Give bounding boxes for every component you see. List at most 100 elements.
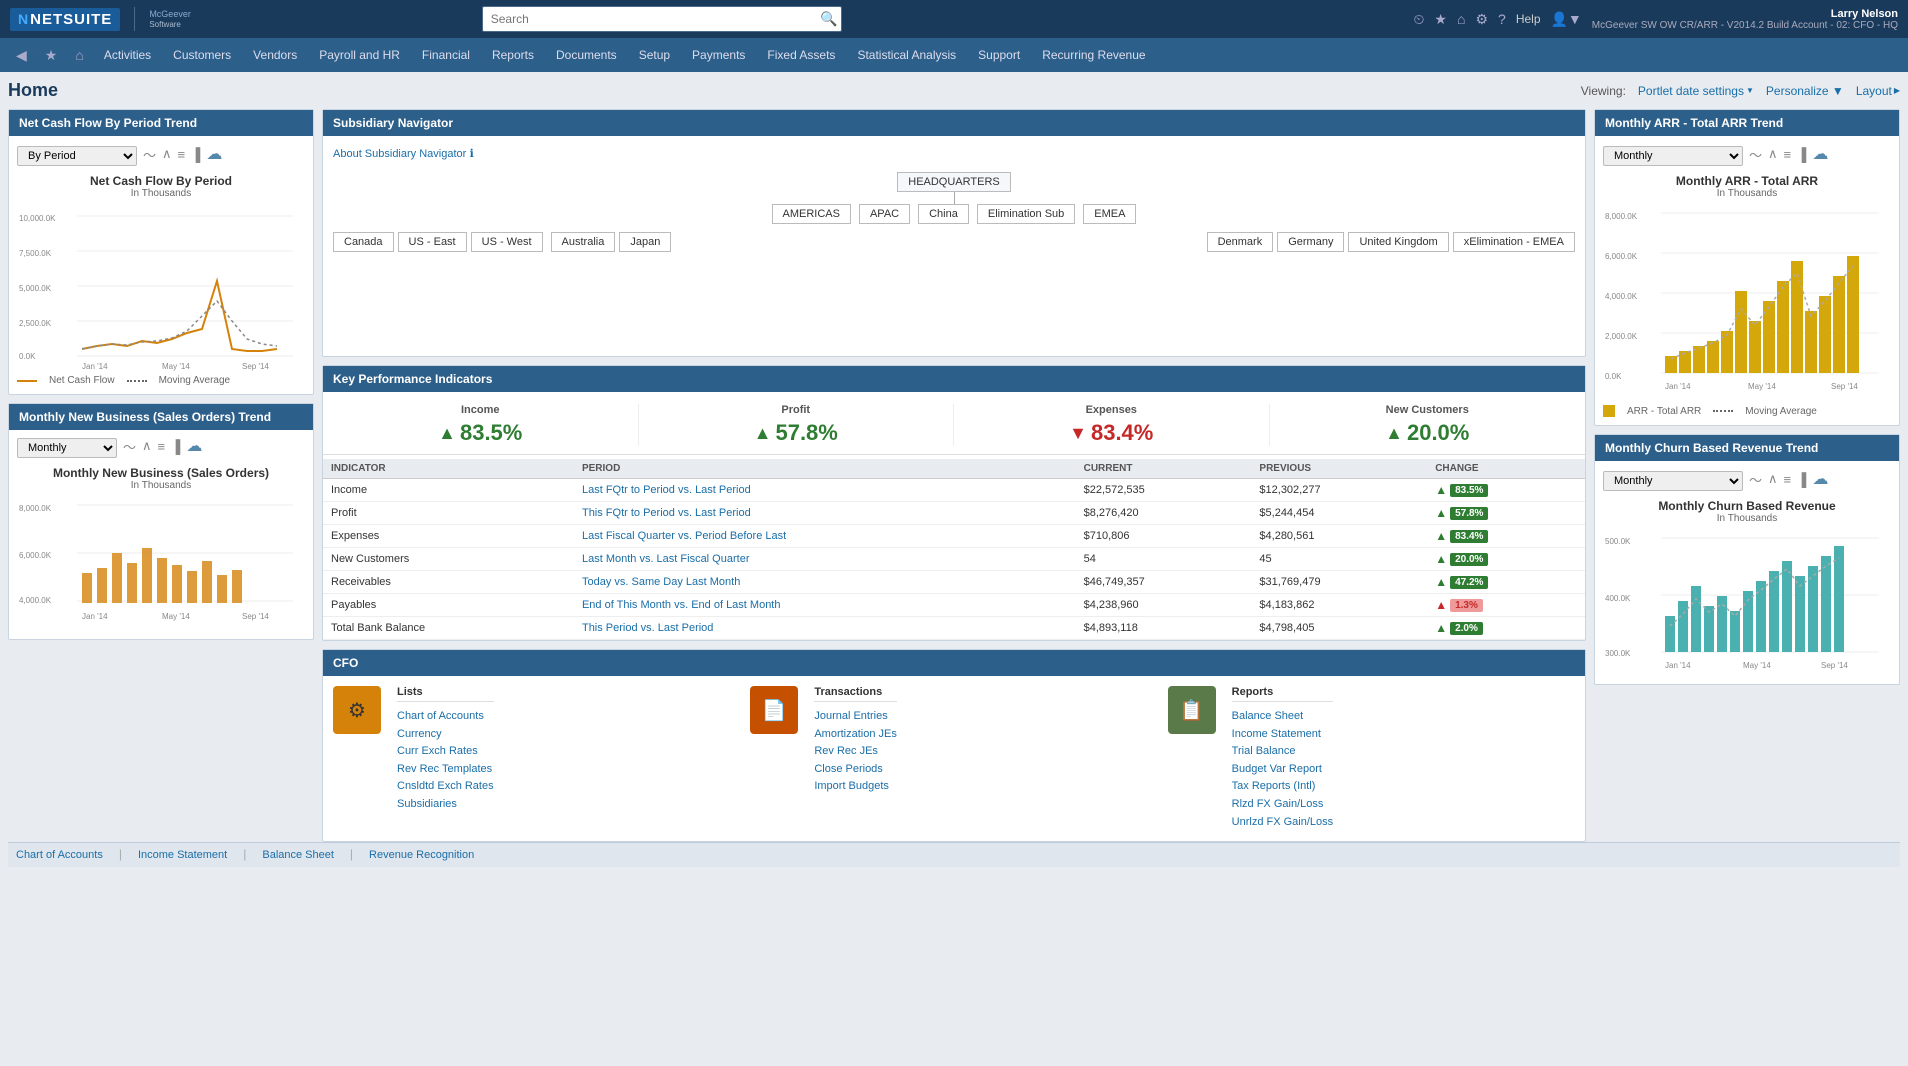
link-cnsldtd[interactable]: Cnsldtd Exch Rates [397, 780, 494, 792]
search-button[interactable]: 🔍 [820, 11, 837, 28]
org-node-xelimination[interactable]: xElimination - EMEA [1453, 232, 1575, 252]
link-chart-accounts[interactable]: Chart of Accounts [397, 710, 484, 722]
layout-link[interactable]: Layout ▶ [1856, 84, 1900, 98]
kpi-row-customers-period[interactable]: Last Month vs. Last Fiscal Quarter [582, 553, 750, 565]
org-node-elimination[interactable]: Elimination Sub [977, 204, 1075, 224]
arr-chart-subtitle: In Thousands [1603, 188, 1891, 199]
chart-icon-cloud[interactable]: ☁ [206, 144, 222, 164]
arr-period-select[interactable]: MonthlyWeeklyQuarterly [1603, 146, 1743, 166]
arr-bar-icon[interactable]: ▐ [1797, 147, 1806, 162]
period-select[interactable]: By PeriodBy WeekBy Month [17, 146, 137, 166]
org-node-uk[interactable]: United Kingdom [1348, 232, 1448, 252]
kpi-row-expenses-period[interactable]: Last Fiscal Quarter vs. Period Before La… [582, 530, 786, 542]
link-tax-reports[interactable]: Tax Reports (Intl) [1232, 780, 1316, 792]
churn-cloud-icon[interactable]: ☁ [1812, 469, 1828, 489]
nav-recurring[interactable]: Recurring Revenue [1032, 42, 1155, 68]
link-amort-jes[interactable]: Amortization JEs [814, 728, 897, 740]
kpi-row-income-period[interactable]: Last FQtr to Period vs. Last Period [582, 484, 751, 496]
kpi-row-profit-period[interactable]: This FQtr to Period vs. Last Period [582, 507, 751, 519]
nav-setup[interactable]: Setup [629, 42, 680, 68]
about-subsidiary-link[interactable]: About Subsidiary Navigator [333, 148, 466, 160]
nav-fixed-assets[interactable]: Fixed Assets [757, 42, 845, 68]
bottom-link-rev-rec[interactable]: Revenue Recognition [361, 847, 482, 863]
nav-statistical[interactable]: Statistical Analysis [847, 42, 966, 68]
churn-table-icon[interactable]: ≡ [1784, 472, 1792, 487]
org-node-japan[interactable]: Japan [619, 232, 671, 252]
nav-payments[interactable]: Payments [682, 42, 755, 68]
org-node-americas[interactable]: AMERICAS [772, 204, 851, 224]
monthly-biz-period-select[interactable]: MonthlyWeeklyQuarterly [17, 438, 117, 458]
kpi-row-receivables-period[interactable]: Today vs. Same Day Last Month [582, 576, 740, 588]
nav-star-icon[interactable]: ★ [37, 43, 66, 68]
kpi-customers-value: ▲ 20.0% [1280, 420, 1576, 446]
personalize-link[interactable]: Personalize ▼ [1766, 84, 1844, 98]
home-icon[interactable]: ⌂ [1457, 11, 1465, 27]
nav-documents[interactable]: Documents [546, 42, 627, 68]
arr-line-icon[interactable]: 〜 [1749, 145, 1762, 164]
link-rlzd-fx[interactable]: Rlzd FX Gain/Loss [1232, 798, 1324, 810]
nav-support[interactable]: Support [968, 42, 1030, 68]
nav-financial[interactable]: Financial [412, 42, 480, 68]
kpi-row-payables-period[interactable]: End of This Month vs. End of Last Month [582, 599, 781, 611]
org-node-australia[interactable]: Australia [551, 232, 616, 252]
link-journal-entries[interactable]: Journal Entries [814, 710, 887, 722]
churn-period-select[interactable]: MonthlyWeeklyQuarterly [1603, 471, 1743, 491]
bottom-link-balance-sheet[interactable]: Balance Sheet [254, 847, 342, 863]
link-currency[interactable]: Currency [397, 728, 442, 740]
org-node-apac[interactable]: APAC [859, 204, 910, 224]
biz-chart-bar-icon[interactable]: ▐ [171, 439, 180, 454]
org-node-us-west[interactable]: US - West [471, 232, 543, 252]
star-icon[interactable]: ★ [1434, 11, 1447, 28]
clock-icon[interactable]: ⏲ [1414, 11, 1425, 28]
link-budget-var[interactable]: Budget Var Report [1232, 763, 1322, 775]
monthly-new-biz-body: MonthlyWeeklyQuarterly 〜 ∧ ≡ ▐ ☁ Monthly… [9, 430, 313, 639]
link-rev-rec[interactable]: Rev Rec Templates [397, 763, 492, 775]
nav-activities[interactable]: Activities [94, 42, 161, 68]
churn-line-icon[interactable]: 〜 [1749, 470, 1762, 489]
help-icon[interactable]: ? [1498, 11, 1506, 27]
nav-home-icon[interactable]: ⌂ [67, 43, 91, 67]
arr-area-icon[interactable]: ∧ [1768, 146, 1778, 162]
kpi-row-bank-indicator: Total Bank Balance [323, 617, 574, 640]
churn-bar-icon[interactable]: ▐ [1797, 472, 1806, 487]
nav-payroll[interactable]: Payroll and HR [309, 42, 410, 68]
link-balance-sheet[interactable]: Balance Sheet [1232, 710, 1304, 722]
nav-reports[interactable]: Reports [482, 42, 544, 68]
bottom-link-chart-accounts[interactable]: Chart of Accounts [8, 847, 111, 863]
link-trial-balance[interactable]: Trial Balance [1232, 745, 1296, 757]
biz-chart-cloud-icon[interactable]: ☁ [186, 436, 202, 456]
org-node-china[interactable]: China [918, 204, 969, 224]
biz-chart-area-icon[interactable]: ∧ [142, 438, 152, 454]
arr-table-icon[interactable]: ≡ [1784, 147, 1792, 162]
chart-icon-bar[interactable]: ▐ [191, 147, 200, 162]
org-node-canada[interactable]: Canada [333, 232, 394, 252]
link-unrlzd-fx[interactable]: Unrlzd FX Gain/Loss [1232, 816, 1333, 828]
portlet-date-settings-link[interactable]: Portlet date settings ▼ [1638, 84, 1754, 98]
link-import-budgets[interactable]: Import Budgets [814, 780, 889, 792]
user-icon[interactable]: 👤▼ [1551, 11, 1582, 28]
nav-customers[interactable]: Customers [163, 42, 241, 68]
link-subsidiaries[interactable]: Subsidiaries [397, 798, 457, 810]
settings-icon[interactable]: ⚙ [1475, 11, 1488, 28]
churn-area-icon[interactable]: ∧ [1768, 471, 1778, 487]
bottom-link-income-statement[interactable]: Income Statement [130, 847, 235, 863]
arr-cloud-icon[interactable]: ☁ [1812, 144, 1828, 164]
biz-chart-table-icon[interactable]: ≡ [158, 439, 166, 454]
org-node-germany[interactable]: Germany [1277, 232, 1344, 252]
chart-icon-area[interactable]: ∧ [162, 146, 172, 162]
link-close-periods[interactable]: Close Periods [814, 763, 882, 775]
org-node-hq[interactable]: HEADQUARTERS [897, 172, 1010, 192]
link-rev-rec-jes[interactable]: Rev Rec JEs [814, 745, 878, 757]
nav-vendors[interactable]: Vendors [243, 42, 307, 68]
org-node-us-east[interactable]: US - East [398, 232, 467, 252]
org-node-denmark[interactable]: Denmark [1207, 232, 1274, 252]
chart-icon-line[interactable]: 〜 [143, 145, 156, 164]
chart-icon-table[interactable]: ≡ [178, 147, 186, 162]
search-input[interactable] [482, 6, 842, 32]
link-income-statement[interactable]: Income Statement [1232, 728, 1321, 740]
link-curr-exch[interactable]: Curr Exch Rates [397, 745, 478, 757]
nav-back-icon[interactable]: ◀ [8, 43, 35, 68]
kpi-row-bank-period[interactable]: This Period vs. Last Period [582, 622, 713, 634]
biz-chart-line-icon[interactable]: 〜 [123, 437, 136, 456]
org-node-emea[interactable]: EMEA [1083, 204, 1136, 224]
